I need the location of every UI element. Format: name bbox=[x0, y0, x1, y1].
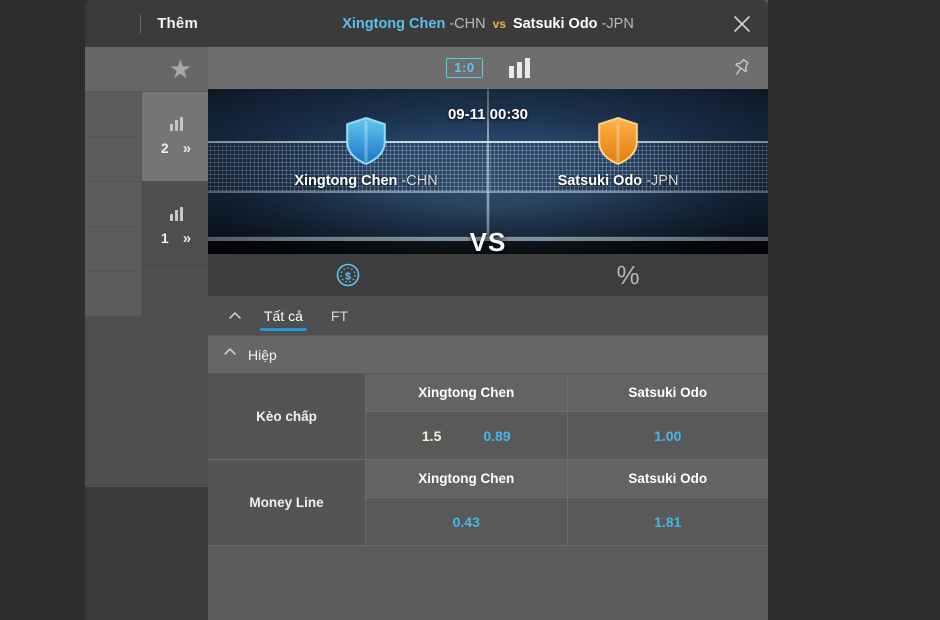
shield-icon-blue bbox=[346, 117, 386, 165]
title-team-a-country: -CHN bbox=[445, 15, 486, 32]
market-row-handicap: Kèo chấp Xingtong Chen Satsuki Odo 1.5 0… bbox=[208, 374, 768, 460]
sidebar-empty-area bbox=[85, 317, 210, 487]
more-button-label[interactable]: Thêm bbox=[157, 15, 198, 32]
odds-cell-a[interactable]: 1.5 0.89 bbox=[366, 412, 568, 459]
title-team-b: Satsuki Odo -JPN bbox=[513, 16, 634, 32]
market-odds-row: 1.5 0.89 1.00 bbox=[366, 412, 768, 459]
score-bar: 1:0 bbox=[208, 47, 768, 89]
chevron-double-right-icon[interactable]: » bbox=[183, 140, 191, 157]
banner-vs-label: VS bbox=[469, 227, 507, 254]
sidebar-block-1-right[interactable]: 2 » bbox=[142, 92, 210, 182]
market-columns: Xingtong Chen Satsuki Odo 1.5 0.89 1.00 bbox=[366, 374, 768, 459]
tab-ft-label: FT bbox=[330, 307, 349, 324]
market-name: Kèo chấp bbox=[208, 374, 366, 459]
odds-mode-money-button[interactable]: $ bbox=[208, 254, 488, 296]
banner-team-left-label: Xingtong Chen -CHN bbox=[241, 173, 491, 189]
market-col-header-b: Satsuki Odo bbox=[567, 374, 768, 411]
bar-chart-icon bbox=[169, 206, 183, 221]
title-team-a-name: Xingtong Chen bbox=[342, 15, 446, 32]
sidebar-block-1-count: 2 bbox=[160, 140, 169, 156]
panel-title: Xingtong Chen -CHN vs Satsuki Odo -JPN bbox=[342, 16, 634, 32]
odds-cell-b[interactable]: 1.81 bbox=[567, 498, 768, 545]
market-tab-bar: Tất cả FT bbox=[208, 296, 768, 336]
match-detail-panel: Xingtong Chen -CHN vs Satsuki Odo -JPN 1… bbox=[208, 0, 768, 620]
tab-all[interactable]: Tất cả bbox=[252, 296, 315, 336]
pin-icon[interactable] bbox=[730, 57, 752, 79]
chevron-double-right-icon[interactable]: » bbox=[183, 230, 191, 247]
sidebar-cell bbox=[85, 92, 142, 137]
banner-team-right-name: Satsuki Odo bbox=[557, 173, 643, 189]
panel-title-bar: Xingtong Chen -CHN vs Satsuki Odo -JPN bbox=[208, 0, 768, 47]
market-col-header-a: Xingtong Chen bbox=[366, 460, 568, 497]
sidebar-block-2-left bbox=[85, 182, 142, 272]
dollar-coin-icon: $ bbox=[336, 263, 360, 287]
market-empty-area bbox=[208, 546, 768, 620]
tab-ft[interactable]: FT bbox=[319, 296, 360, 336]
sidebar-block-2-right[interactable]: 1 » bbox=[142, 182, 210, 272]
sidebar-block-2-footer: 1 » bbox=[161, 230, 191, 247]
sidebar-empty-row bbox=[85, 272, 210, 317]
market-header-row: Xingtong Chen Satsuki Odo bbox=[366, 460, 768, 498]
bar-chart-icon bbox=[169, 116, 183, 131]
market-columns: Xingtong Chen Satsuki Odo 0.43 1.81 bbox=[366, 460, 768, 545]
sidebar-match-block-2[interactable]: 1 » bbox=[85, 182, 210, 272]
sidebar-block-1-footer: 2 » bbox=[161, 140, 191, 157]
sidebar-cell bbox=[142, 272, 210, 316]
title-vs-label: vs bbox=[492, 16, 506, 31]
svg-text:$: $ bbox=[345, 270, 351, 282]
odds-value-a: 0.43 bbox=[452, 513, 480, 530]
sidebar-favorites-row[interactable]: ★ bbox=[85, 47, 210, 92]
title-team-a: Xingtong Chen -CHN bbox=[342, 16, 485, 32]
odds-value-b: 1.00 bbox=[654, 427, 682, 444]
left-sidebar: Thêm ★ 2 » 1 » bbox=[85, 0, 210, 620]
sidebar-cell bbox=[85, 272, 142, 316]
title-team-b-country: -JPN bbox=[597, 15, 634, 32]
banner-team-left-name: Xingtong Chen bbox=[294, 173, 398, 189]
bar-chart-icon[interactable] bbox=[508, 58, 530, 78]
sidebar-cell bbox=[85, 182, 142, 227]
banner-team-right-label: Satsuki Odo -JPN bbox=[493, 173, 743, 189]
market-name: Money Line bbox=[208, 460, 366, 545]
odds-value-a: 0.89 bbox=[483, 427, 511, 444]
market-row-moneyline: Money Line Xingtong Chen Satsuki Odo 0.4… bbox=[208, 460, 768, 546]
score-badge[interactable]: 1:0 bbox=[446, 58, 483, 78]
sidebar-divider bbox=[140, 14, 142, 33]
market-header-row: Xingtong Chen Satsuki Odo bbox=[366, 374, 768, 412]
match-banner: 09-11 00:30 Xingtong Chen -CHN VS Satsuk… bbox=[208, 89, 768, 254]
close-icon[interactable] bbox=[730, 12, 754, 36]
sidebar-block-2-count: 1 bbox=[160, 230, 169, 246]
chevron-up-icon[interactable] bbox=[222, 303, 248, 329]
odds-cell-b[interactable]: 1.00 bbox=[567, 412, 768, 459]
banner-team-left: Xingtong Chen -CHN bbox=[241, 117, 491, 189]
section-label: Hiệp bbox=[248, 346, 277, 363]
tab-all-label: Tất cả bbox=[264, 307, 303, 324]
sidebar-block-1-left bbox=[85, 92, 142, 182]
odds-mode-percent-button[interactable]: % bbox=[488, 254, 768, 296]
banner-team-right-country: -JPN bbox=[642, 173, 679, 189]
sidebar-cell bbox=[85, 137, 142, 182]
market-col-header-a: Xingtong Chen bbox=[366, 374, 568, 411]
sidebar-cell bbox=[85, 227, 142, 272]
title-team-b-name: Satsuki Odo bbox=[512, 15, 598, 32]
chevron-up-icon[interactable] bbox=[222, 344, 238, 365]
odds-value-b: 1.81 bbox=[654, 513, 682, 530]
banner-team-left-country: -CHN bbox=[397, 173, 438, 189]
odds-cell-a[interactable]: 0.43 bbox=[366, 498, 568, 545]
market-col-header-b: Satsuki Odo bbox=[567, 460, 768, 497]
sidebar-header: Thêm bbox=[85, 0, 210, 47]
odds-mode-bar: $ % bbox=[208, 254, 768, 296]
shield-icon-orange bbox=[598, 117, 638, 165]
section-header-hiep[interactable]: Hiệp bbox=[208, 336, 768, 374]
market-odds-row: 0.43 1.81 bbox=[366, 498, 768, 545]
sidebar-match-block-1[interactable]: 2 » bbox=[85, 92, 210, 182]
handicap-value-a: 1.5 bbox=[421, 427, 442, 444]
star-icon[interactable]: ★ bbox=[169, 56, 192, 82]
banner-team-right: Satsuki Odo -JPN bbox=[493, 117, 743, 189]
percent-label: % bbox=[616, 260, 640, 290]
